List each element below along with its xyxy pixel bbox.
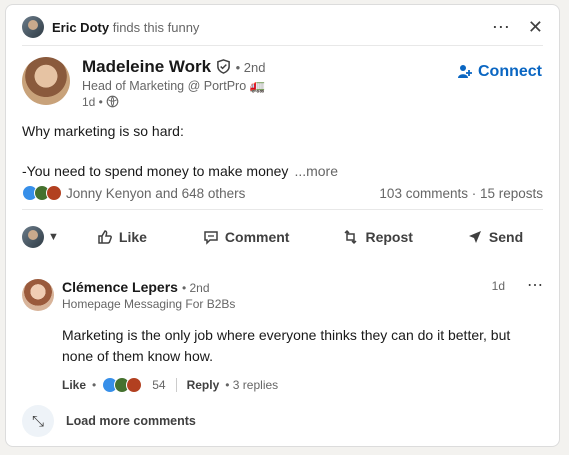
author-block: Madeleine Work • 2nd Head of Marketing @… bbox=[22, 57, 542, 109]
post-time: 1d • bbox=[82, 95, 103, 109]
header-divider bbox=[22, 45, 543, 46]
connect-label: Connect bbox=[478, 63, 542, 80]
comment-insightful-reaction-icon bbox=[126, 377, 143, 393]
post-line-1: Why marketing is so hard: bbox=[22, 123, 184, 139]
expand-icon: ⤡ bbox=[22, 405, 54, 437]
reaction-selector[interactable]: ▼ bbox=[22, 220, 69, 254]
send-label: Send bbox=[488, 229, 524, 245]
social-counts: Jonny Kenyon and 648 others 103 comments… bbox=[22, 183, 543, 203]
comment-action-divider bbox=[175, 378, 177, 392]
like-button[interactable]: Like bbox=[87, 223, 157, 251]
comment-reply-button[interactable]: Reply bbox=[187, 378, 220, 392]
post-body: Why marketing is so hard: -You need to s… bbox=[22, 121, 338, 181]
author-avatar[interactable] bbox=[22, 57, 70, 105]
repost-icon bbox=[344, 229, 357, 245]
insightful-reaction-icon bbox=[46, 185, 62, 201]
reaction-icons[interactable] bbox=[22, 185, 62, 201]
send-button[interactable]: Send bbox=[457, 223, 533, 251]
commenter-headline: Homepage Messaging For B2Bs bbox=[62, 297, 236, 311]
send-icon bbox=[468, 231, 481, 243]
load-more-label: Load more comments bbox=[66, 414, 196, 428]
activity-actor-avatar[interactable] bbox=[22, 16, 44, 38]
actions-divider bbox=[22, 209, 543, 210]
comment-more-icon[interactable]: ⋯ bbox=[527, 275, 543, 295]
comment-like-button[interactable]: Like bbox=[62, 378, 86, 392]
comment-reaction-count[interactable]: 54 bbox=[152, 378, 165, 392]
add-person-icon bbox=[458, 65, 472, 78]
comment-reaction-icons[interactable] bbox=[102, 377, 143, 393]
comment-replies-count[interactable]: • 3 replies bbox=[225, 378, 278, 392]
author-degree: • 2nd bbox=[235, 60, 266, 75]
globe-icon bbox=[106, 95, 119, 108]
post-line-2: -You need to spend money to make money..… bbox=[22, 161, 338, 181]
comment-text: Marketing is the only job where everyone… bbox=[62, 327, 511, 364]
chevron-down-icon: ▼ bbox=[48, 231, 59, 243]
post-card: Eric Doty finds this funny ⋯ ✕ Madeleine… bbox=[5, 4, 560, 447]
comment-actions: Like • 54 Reply • 3 replies bbox=[62, 377, 278, 393]
commenter-name[interactable]: Clémence Lepers • 2nd bbox=[62, 279, 210, 295]
close-icon[interactable]: ✕ bbox=[528, 18, 543, 36]
activity-action: finds this funny bbox=[112, 19, 200, 35]
comment-time: 1d bbox=[491, 279, 505, 293]
self-avatar bbox=[22, 226, 44, 248]
author-name[interactable]: Madeleine Work • 2nd bbox=[82, 57, 265, 77]
commenter-name-text[interactable]: Clémence Lepers bbox=[62, 279, 178, 295]
commenter-avatar[interactable] bbox=[22, 279, 54, 311]
thumbs-up-icon bbox=[98, 230, 112, 244]
post-line-2-text: -You need to spend money to make money bbox=[22, 163, 289, 179]
comment-icon bbox=[204, 231, 218, 245]
repost-label: Repost bbox=[365, 229, 413, 245]
comments-reposts-count[interactable]: 103 comments · 15 reposts bbox=[379, 186, 543, 201]
action-bar: ▼ Like Comment Repost Send bbox=[22, 219, 543, 255]
repost-button[interactable]: Repost bbox=[333, 223, 422, 251]
see-more-link[interactable]: ...more bbox=[294, 163, 338, 179]
like-label: Like bbox=[118, 229, 147, 245]
activity-text: Eric Doty finds this funny bbox=[52, 20, 199, 35]
comment-label: Comment bbox=[224, 229, 290, 245]
author-name-text[interactable]: Madeleine Work bbox=[82, 57, 211, 76]
activity-actor-name[interactable]: Eric Doty bbox=[52, 20, 109, 35]
activity-header: Eric Doty finds this funny ⋯ ✕ bbox=[22, 11, 543, 43]
load-more-comments-button[interactable]: ⤡ Load more comments bbox=[22, 405, 196, 437]
comment-separator-dot: • bbox=[92, 378, 97, 392]
comment-item: Clémence Lepers • 2nd Homepage Messaging … bbox=[22, 277, 543, 397]
reactors-text[interactable]: Jonny Kenyon and 648 others bbox=[66, 186, 245, 201]
author-headline: Head of Marketing @ PortPro 🚛 bbox=[82, 79, 266, 93]
comment-button[interactable]: Comment bbox=[193, 223, 300, 251]
connect-button[interactable]: Connect bbox=[458, 63, 542, 81]
commenter-degree: • 2nd bbox=[181, 281, 210, 295]
more-options-icon[interactable]: ⋯ bbox=[492, 18, 510, 36]
verified-icon bbox=[216, 59, 230, 74]
post-meta: 1d • bbox=[82, 95, 119, 109]
